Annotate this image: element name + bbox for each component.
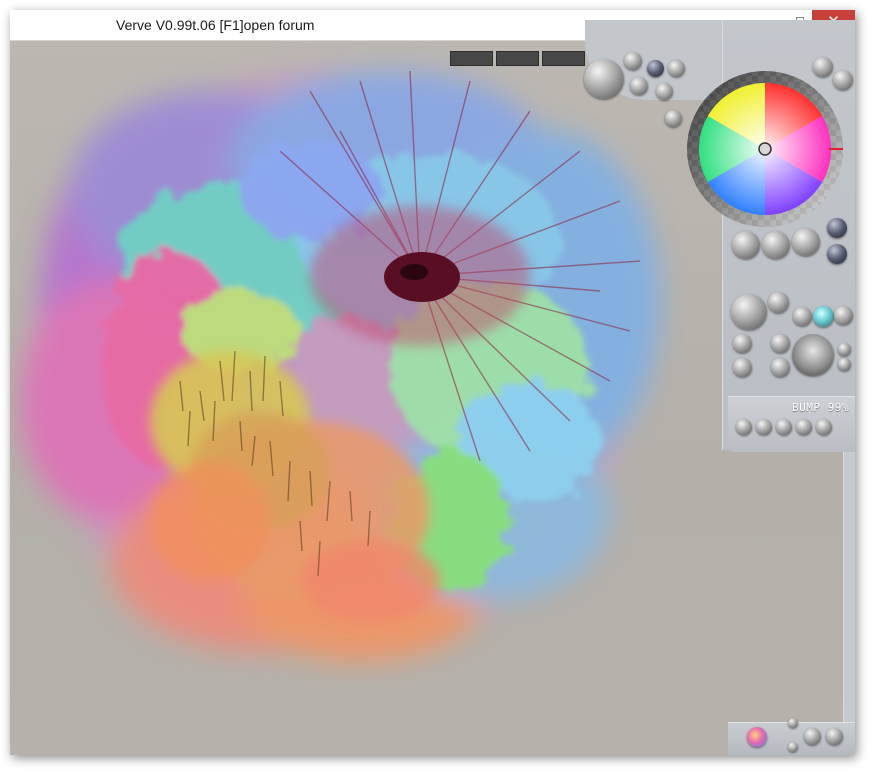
small-knob[interactable] <box>733 358 752 377</box>
wetness-knob[interactable] <box>792 228 820 256</box>
small-knob[interactable] <box>838 343 851 356</box>
flow-knob[interactable] <box>762 231 790 259</box>
small-knob[interactable] <box>630 77 648 95</box>
small-knob[interactable] <box>665 110 682 127</box>
brush-preview-icon[interactable] <box>747 727 767 747</box>
bump-label: BUMP 99% <box>792 401 849 414</box>
small-knob[interactable] <box>838 358 851 371</box>
small-knob[interactable] <box>768 292 789 313</box>
bump-knob[interactable] <box>756 419 772 435</box>
small-knob[interactable] <box>668 60 685 77</box>
toolbar-slot[interactable] <box>450 51 493 66</box>
settings-button[interactable] <box>826 728 843 745</box>
small-knob[interactable] <box>834 306 853 325</box>
bump-knob[interactable] <box>776 419 792 435</box>
glow-toggle[interactable] <box>813 306 834 327</box>
top-toolbar-slots <box>450 51 585 66</box>
texture-knob[interactable] <box>731 294 767 330</box>
panel-side-rail <box>843 450 855 725</box>
brush-size-knob[interactable] <box>584 59 624 99</box>
swatch-knob[interactable] <box>827 244 847 264</box>
small-knob[interactable] <box>788 742 798 752</box>
bump-knob[interactable] <box>736 419 752 435</box>
window-title: Verve V0.99t.06 [F1]open forum <box>116 17 315 33</box>
small-knob[interactable] <box>771 334 790 353</box>
color-wheel-graphic <box>687 71 843 227</box>
bump-knob[interactable] <box>796 419 812 435</box>
small-knob[interactable] <box>788 718 798 728</box>
pressure-knob[interactable] <box>792 334 834 376</box>
toolbar-slot[interactable] <box>542 51 585 66</box>
menu-button[interactable] <box>804 728 821 745</box>
toolbar-slot[interactable] <box>496 51 539 66</box>
bump-knob[interactable] <box>816 419 832 435</box>
small-knob[interactable] <box>793 307 812 326</box>
small-knob[interactable] <box>624 52 642 70</box>
small-knob[interactable] <box>733 334 752 353</box>
small-knob[interactable] <box>656 83 673 100</box>
app-window: Verve V0.99t.06 [F1]open forum – □ ✕ <box>10 10 855 755</box>
small-knob[interactable] <box>771 358 790 377</box>
opacity-knob[interactable] <box>732 231 760 259</box>
color-wheel[interactable] <box>686 70 844 228</box>
small-knob[interactable] <box>647 60 664 77</box>
swatch-knob[interactable] <box>827 218 847 238</box>
